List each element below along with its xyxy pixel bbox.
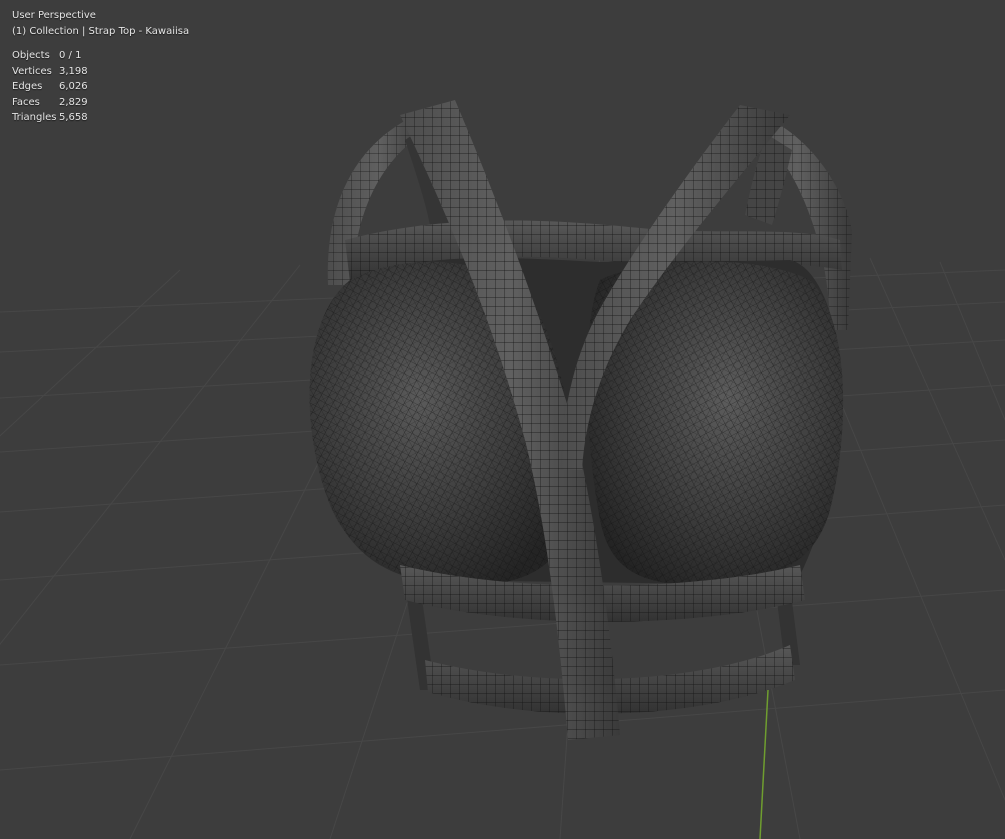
collection-info: (1) Collection | Strap Top - Kawaiisa [12, 25, 190, 37]
scene-render[interactable] [0, 0, 1005, 839]
stat-label: Edges [12, 81, 43, 92]
stat-value: 6,026 [59, 81, 88, 92]
stat-triangles: Triangles 5,658 [12, 110, 189, 126]
y-axis-line [759, 689, 769, 839]
stat-vertices: Vertices 3,198 [12, 64, 189, 80]
stat-value: 3,198 [59, 65, 88, 77]
stat-label: Faces [12, 96, 40, 108]
stat-edges: Edges 6,026 [12, 79, 189, 95]
viewport-overlay: User Perspective (1) Collection | Strap … [12, 8, 189, 126]
stat-label: Vertices [12, 65, 52, 77]
stat-value: 2,829 [59, 96, 88, 108]
stat-label: Triangles [12, 112, 57, 123]
stat-faces: Faces 2,829 [12, 95, 189, 111]
scene-statistics: Objects 0 / 1 Vertices 3,198 Edges 6,026… [12, 48, 189, 126]
stat-value: 0 / 1 [59, 50, 82, 61]
3d-viewport[interactable]: User Perspective (1) Collection | Strap … [0, 0, 1005, 839]
stat-value: 5,658 [59, 112, 88, 123]
view-name: User Perspective [12, 10, 96, 21]
stat-label: Objects [12, 50, 50, 61]
stat-objects: Objects 0 / 1 [12, 48, 189, 64]
